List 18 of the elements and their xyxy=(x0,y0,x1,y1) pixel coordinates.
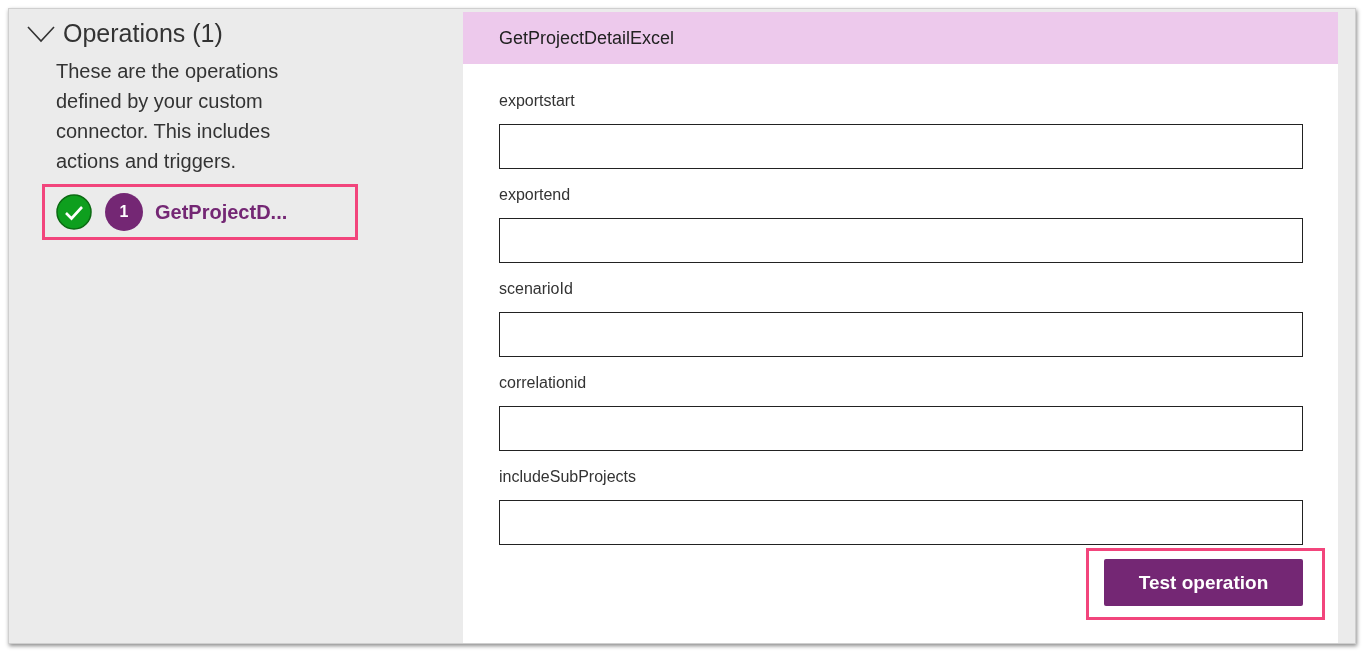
field-label: exportstart xyxy=(499,92,576,111)
input-field[interactable] xyxy=(499,500,1303,545)
operation-header: GetProjectDetailExcel xyxy=(463,12,1338,64)
input-field[interactable] xyxy=(499,312,1303,357)
chevron-down-icon[interactable] xyxy=(27,24,55,43)
section-description: These are the operations defined by your custom connector. This includes actions and triggers. xyxy=(56,59,280,174)
input-field[interactable] xyxy=(499,406,1303,451)
field-label: includeSubProjects xyxy=(499,468,637,487)
input-field[interactable] xyxy=(499,218,1303,263)
test-operation-button[interactable]: Test operation xyxy=(1104,559,1303,606)
section-title: Operations (1) xyxy=(63,19,223,48)
operation-name: GetProjectD... xyxy=(155,200,288,224)
operation-item[interactable]: 1 GetProjectD... xyxy=(42,184,358,240)
field-label: exportend xyxy=(499,186,572,205)
number-badge: 1 xyxy=(105,193,143,231)
field-label: scenarioId xyxy=(499,280,574,299)
field-label: correlationid xyxy=(499,374,588,393)
input-field[interactable] xyxy=(499,124,1303,169)
